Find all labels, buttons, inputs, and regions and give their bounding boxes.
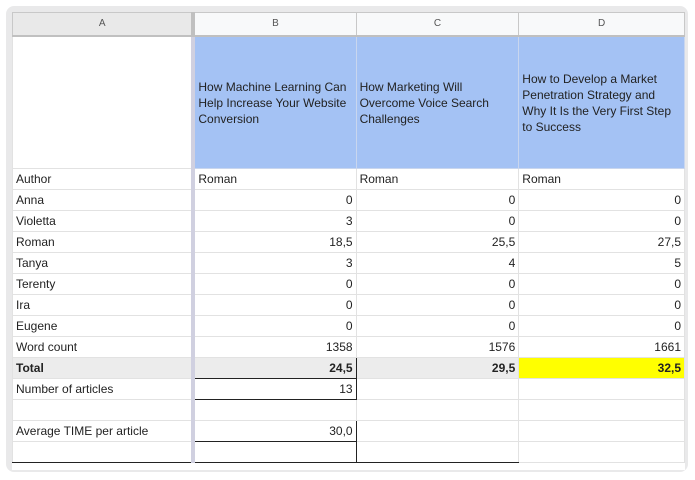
- eugene-d[interactable]: 0: [518, 315, 685, 337]
- table-row: [12, 441, 685, 463]
- violetta-d[interactable]: 0: [518, 210, 685, 232]
- tanya-d[interactable]: 5: [518, 252, 685, 274]
- row-label-violetta[interactable]: Violetta: [12, 210, 196, 232]
- word-count-d[interactable]: 1661: [518, 336, 685, 358]
- word-count-b[interactable]: 1358: [192, 336, 357, 358]
- cell-a-title[interactable]: [12, 35, 196, 169]
- empty-cell[interactable]: [12, 441, 196, 463]
- word-count-c[interactable]: 1576: [355, 336, 520, 358]
- empty-cell[interactable]: [192, 441, 357, 463]
- row-label-total[interactable]: Total: [12, 357, 196, 379]
- table-row: Average TIME per article 30,0: [12, 420, 685, 442]
- empty-cell[interactable]: [518, 378, 685, 400]
- total-b[interactable]: 24,5: [192, 357, 357, 379]
- empty-cell[interactable]: [12, 399, 196, 421]
- tanya-c[interactable]: 4: [355, 252, 520, 274]
- row-label-average-time[interactable]: Average TIME per article: [12, 420, 196, 442]
- eugene-c[interactable]: 0: [355, 315, 520, 337]
- anna-c[interactable]: 0: [355, 189, 520, 211]
- tanya-b[interactable]: 3: [192, 252, 357, 274]
- column-header-row: A B C D: [12, 12, 685, 37]
- table-row: Anna 0 0 0: [12, 189, 685, 211]
- table-row: Ira 0 0 0: [12, 294, 685, 316]
- author-c[interactable]: Roman: [355, 168, 520, 190]
- column-header-d[interactable]: D: [518, 12, 685, 37]
- empty-cell[interactable]: [192, 399, 357, 421]
- spreadsheet-frame: A B C D How Machine Learning Can Help In…: [6, 6, 688, 472]
- author-b[interactable]: Roman: [192, 168, 357, 190]
- author-d[interactable]: Roman: [518, 168, 685, 190]
- table-row: Roman 18,5 25,5 27,5: [12, 231, 685, 253]
- ira-b[interactable]: 0: [192, 294, 357, 316]
- violetta-b[interactable]: 3: [192, 210, 357, 232]
- article-title-b[interactable]: How Machine Learning Can Help Increase Y…: [192, 35, 357, 169]
- terenty-d[interactable]: 0: [518, 273, 685, 295]
- anna-d[interactable]: 0: [518, 189, 685, 211]
- article-title-c[interactable]: How Marketing Will Overcome Voice Search…: [355, 35, 520, 169]
- empty-cell[interactable]: [518, 399, 685, 421]
- row-label-roman[interactable]: Roman: [12, 231, 196, 253]
- table-row: [12, 399, 685, 421]
- table-row: Eugene 0 0 0: [12, 315, 685, 337]
- table-row: Author Roman Roman Roman: [12, 168, 685, 190]
- terenty-c[interactable]: 0: [355, 273, 520, 295]
- sheet-table: A B C D How Machine Learning Can Help In…: [12, 12, 685, 463]
- row-label-eugene[interactable]: Eugene: [12, 315, 196, 337]
- empty-cell[interactable]: [355, 441, 520, 463]
- ira-d[interactable]: 0: [518, 294, 685, 316]
- roman-c[interactable]: 25,5: [355, 231, 520, 253]
- empty-cell[interactable]: [518, 441, 685, 463]
- row-label-number-of-articles[interactable]: Number of articles: [12, 378, 196, 400]
- number-of-articles-value[interactable]: 13: [192, 378, 357, 400]
- column-header-c[interactable]: C: [355, 12, 520, 37]
- article-title-d[interactable]: How to Develop a Market Penetration Stra…: [518, 35, 685, 169]
- average-time-value[interactable]: 30,0: [192, 420, 357, 442]
- roman-d[interactable]: 27,5: [518, 231, 685, 253]
- spreadsheet-grid: A B C D How Machine Learning Can Help In…: [12, 12, 685, 470]
- row-label-ira[interactable]: Ira: [12, 294, 196, 316]
- roman-b[interactable]: 18,5: [192, 231, 357, 253]
- eugene-b[interactable]: 0: [192, 315, 357, 337]
- row-label-word-count[interactable]: Word count: [12, 336, 196, 358]
- table-row: Tanya 3 4 5: [12, 252, 685, 274]
- row-label-anna[interactable]: Anna: [12, 189, 196, 211]
- anna-b[interactable]: 0: [192, 189, 357, 211]
- table-row: Terenty 0 0 0: [12, 273, 685, 295]
- column-header-b[interactable]: B: [192, 12, 357, 37]
- empty-cell[interactable]: [355, 420, 520, 442]
- empty-cell[interactable]: [355, 378, 520, 400]
- total-d-highlighted[interactable]: 32,5: [518, 357, 685, 379]
- table-row: Number of articles 13: [12, 378, 685, 400]
- empty-cell[interactable]: [518, 420, 685, 442]
- total-row: Total 24,5 29,5 32,5: [12, 357, 685, 379]
- row-label-author[interactable]: Author: [12, 168, 196, 190]
- empty-cell[interactable]: [355, 399, 520, 421]
- violetta-c[interactable]: 0: [355, 210, 520, 232]
- table-row: Word count 1358 1576 1661: [12, 336, 685, 358]
- total-c[interactable]: 29,5: [355, 357, 520, 379]
- table-row: Violetta 3 0 0: [12, 210, 685, 232]
- row-label-tanya[interactable]: Tanya: [12, 252, 196, 274]
- row-label-terenty[interactable]: Terenty: [12, 273, 196, 295]
- terenty-b[interactable]: 0: [192, 273, 357, 295]
- column-header-a[interactable]: A: [12, 12, 196, 37]
- ira-c[interactable]: 0: [355, 294, 520, 316]
- table-row: How Machine Learning Can Help Increase Y…: [12, 35, 685, 169]
